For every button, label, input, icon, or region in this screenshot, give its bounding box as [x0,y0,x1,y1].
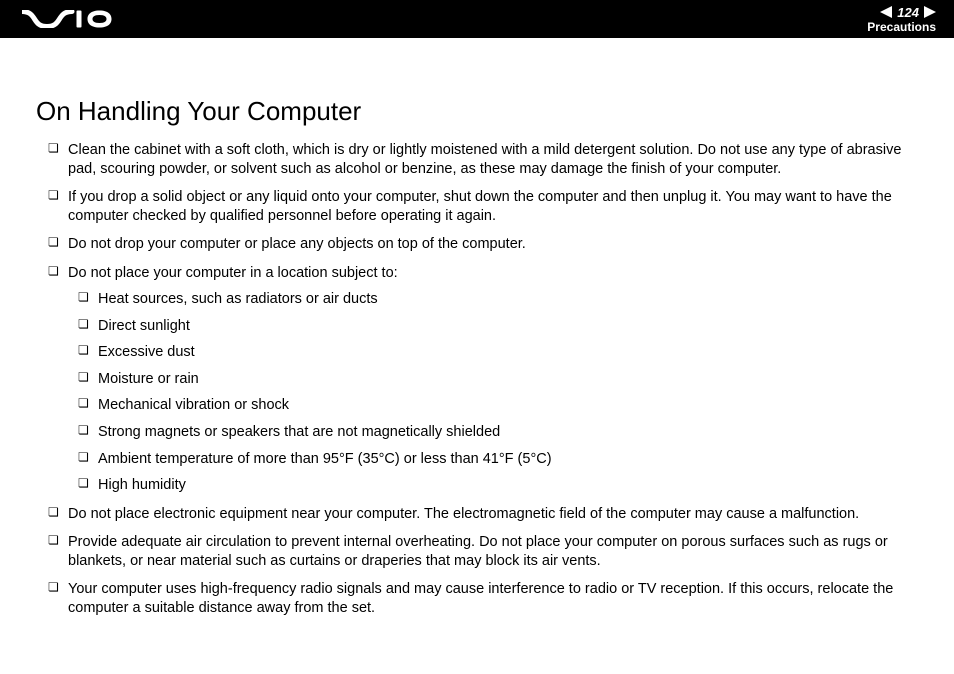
page-content: On Handling Your Computer Clean the cabi… [0,38,954,617]
bullet-list: Clean the cabinet with a soft cloth, whi… [36,141,918,617]
list-item: If you drop a solid object or any liquid… [48,188,918,225]
list-item: Provide adequate air circulation to prev… [48,533,918,570]
page-title: On Handling Your Computer [36,96,918,127]
list-item: Your computer uses high-frequency radio … [48,580,918,617]
list-item-text: Do not place your computer in a location… [68,265,398,281]
list-item: Direct sunlight [78,317,918,336]
list-item: Strong magnets or speakers that are not … [78,423,918,442]
list-item: Ambient temperature of more than 95°F (3… [78,450,918,469]
vaio-logo [22,10,112,28]
list-item: Do not drop your computer or place any o… [48,235,918,254]
list-item: Do not place your computer in a location… [48,264,918,495]
list-item: Do not place electronic equipment near y… [48,505,918,524]
next-page-icon[interactable] [924,6,936,18]
section-name: Precautions [867,20,936,34]
prev-page-icon[interactable] [880,6,892,18]
list-item: Heat sources, such as radiators or air d… [78,290,918,309]
page-nav: 124 [880,5,936,20]
page-number: 124 [894,5,922,20]
list-item: High humidity [78,476,918,495]
list-item: Excessive dust [78,343,918,362]
page-header: 124 Precautions [0,0,954,38]
sub-list: Heat sources, such as radiators or air d… [68,290,918,494]
list-item: Clean the cabinet with a soft cloth, whi… [48,141,918,178]
list-item: Mechanical vibration or shock [78,396,918,415]
list-item: Moisture or rain [78,370,918,389]
header-right: 124 Precautions [867,5,936,34]
